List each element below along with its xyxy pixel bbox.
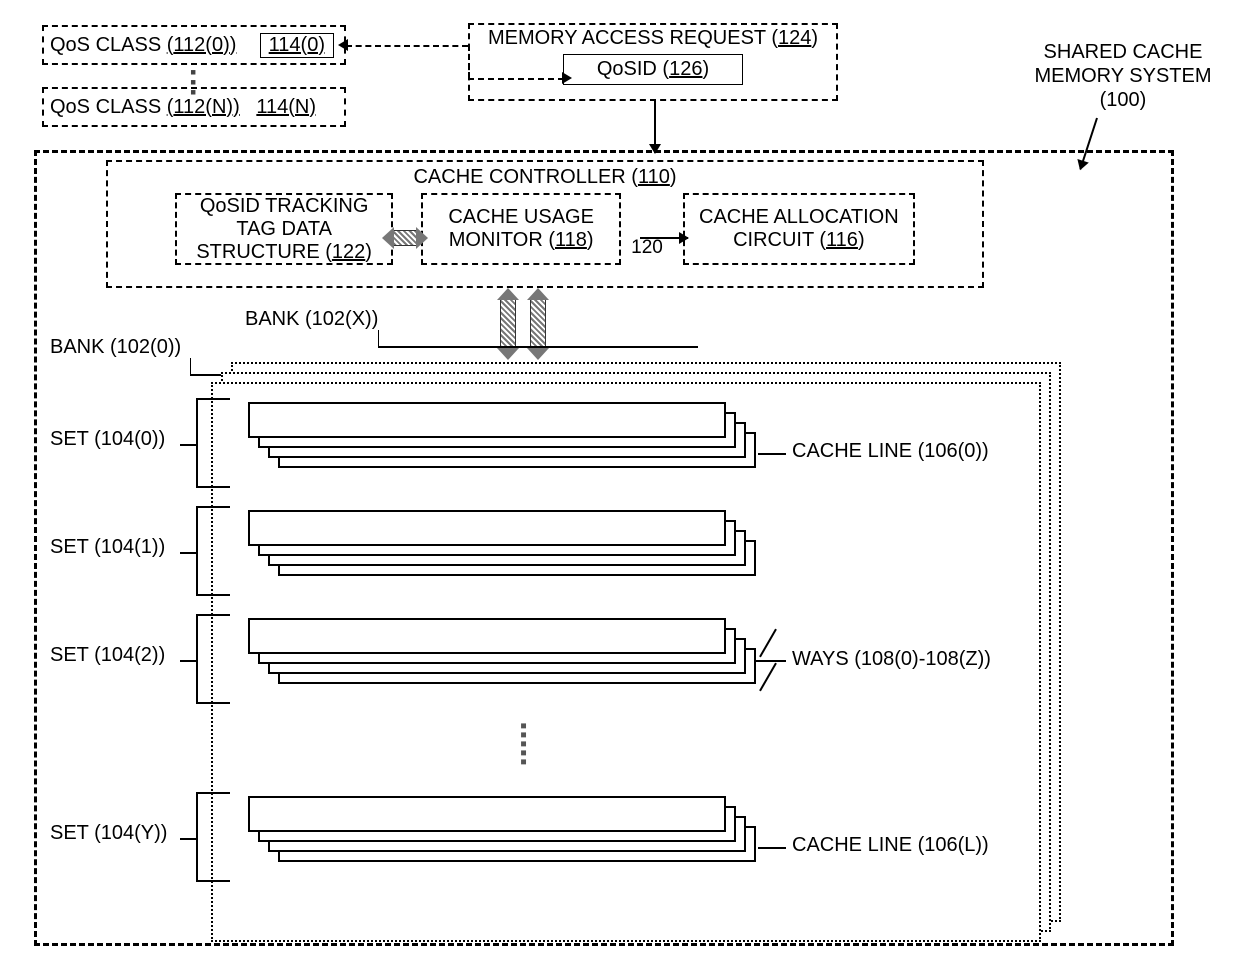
txt: TAG DATA (191, 218, 377, 241)
set-2-ways-stack (248, 618, 726, 662)
ways-label: WAYS (108(0)-108(Z)) (792, 648, 991, 671)
leader-line (756, 660, 786, 662)
connector-dashed (346, 45, 468, 47)
arrowhead-left-icon (338, 39, 348, 51)
ref-120: 120 (631, 237, 663, 259)
arrow-right-icon (640, 237, 688, 239)
bank-x-label: BANK (102(X)) (245, 308, 378, 331)
connector-dashed (468, 78, 564, 80)
cache-allocation-circuit-box: CACHE ALLOCATION CIRCUIT (116) (683, 193, 915, 265)
system-title-label: SHARED CACHE MEMORY SYSTEM(100) (1028, 40, 1218, 112)
txt: MONITOR (118) (437, 229, 605, 252)
set-0-ways-stack (248, 402, 726, 446)
qosid-box: QoSID (126) (563, 54, 743, 85)
double-arrow-h-icon (394, 230, 416, 246)
txt: CACHE ALLOCATION (699, 206, 899, 229)
set-y-bracket-icon (196, 792, 230, 882)
set-1-ways-stack (248, 510, 726, 554)
txt: QoSID TRACKING (191, 195, 377, 218)
leader-line (378, 330, 379, 346)
set-0-label: SET (104(0)) (50, 428, 165, 451)
set-1-block: SET (104(1)) (50, 506, 1100, 598)
cache-usage-monitor-box: CACHE USAGE MONITOR (118) (421, 193, 621, 265)
ways-slash-icon (759, 663, 777, 692)
bank-0-label: BANK (102(0)) (50, 336, 181, 359)
qos-class-n-box: QoS CLASS (112(N)) 114(N) (42, 87, 346, 127)
arrow-down-icon (654, 101, 656, 153)
leader-line (758, 453, 786, 455)
set-1-bracket-icon (196, 506, 230, 596)
qos-class-n-inner-ref: 114(N) (256, 96, 316, 119)
set-0-block: SET (104(0)) CACHE LINE (106(0)) (50, 398, 1100, 490)
set-y-block: SET (104(Y)) CACHE LINE (106(L)) (50, 792, 1100, 884)
connector-dashed (468, 45, 470, 78)
sets-vdots-icon: ▪▪▪▪▪ (520, 722, 527, 767)
cache-controller-box: CACHE CONTROLLER (110) QoSID TRACKING TA… (106, 160, 984, 288)
set-y-label: SET (104(Y)) (50, 822, 167, 845)
double-arrow-v-icon (500, 300, 516, 348)
qos-class-n-label: QoS CLASS (112(N)) (50, 96, 240, 119)
arrowhead-right-icon (562, 72, 572, 84)
qos-class-0-box: QoS CLASS (112(0)) 114(0) (42, 25, 346, 65)
memory-access-request-box: MEMORY ACCESS REQUEST (124) QoSID (126) (468, 23, 838, 101)
qos-class-0-label: QoS CLASS (112(0)) (50, 34, 236, 57)
cache-line-0-label: CACHE LINE (106(0)) (792, 440, 989, 463)
set-2-bracket-icon (196, 614, 230, 704)
cache-line-l-label: CACHE LINE (106(L)) (792, 834, 989, 857)
set-y-ways-stack (248, 796, 726, 840)
set-0-bracket-icon (196, 398, 230, 488)
set-1-label: SET (104(1)) (50, 536, 165, 559)
leader-line (378, 346, 698, 348)
txt: STRUCTURE (122) (191, 241, 377, 264)
double-arrow-v-icon (530, 300, 546, 348)
txt: CIRCUIT (116) (699, 229, 899, 252)
qosid-tracking-box: QoSID TRACKING TAG DATA STRUCTURE (122) (175, 193, 393, 265)
memory-access-request-title: MEMORY ACCESS REQUEST (124) (470, 27, 836, 50)
qos-class-0-inner-ref: 114(0) (260, 33, 334, 58)
txt: CACHE USAGE (437, 206, 605, 229)
set-2-label: SET (104(2)) (50, 644, 165, 667)
set-2-block: SET (104(2)) WAYS (108(0)-108(Z)) (50, 614, 1100, 706)
leader-line (758, 847, 786, 849)
ways-slash-icon (759, 629, 777, 658)
cache-controller-title: CACHE CONTROLLER (110) (108, 166, 982, 189)
leader-line (190, 358, 191, 374)
